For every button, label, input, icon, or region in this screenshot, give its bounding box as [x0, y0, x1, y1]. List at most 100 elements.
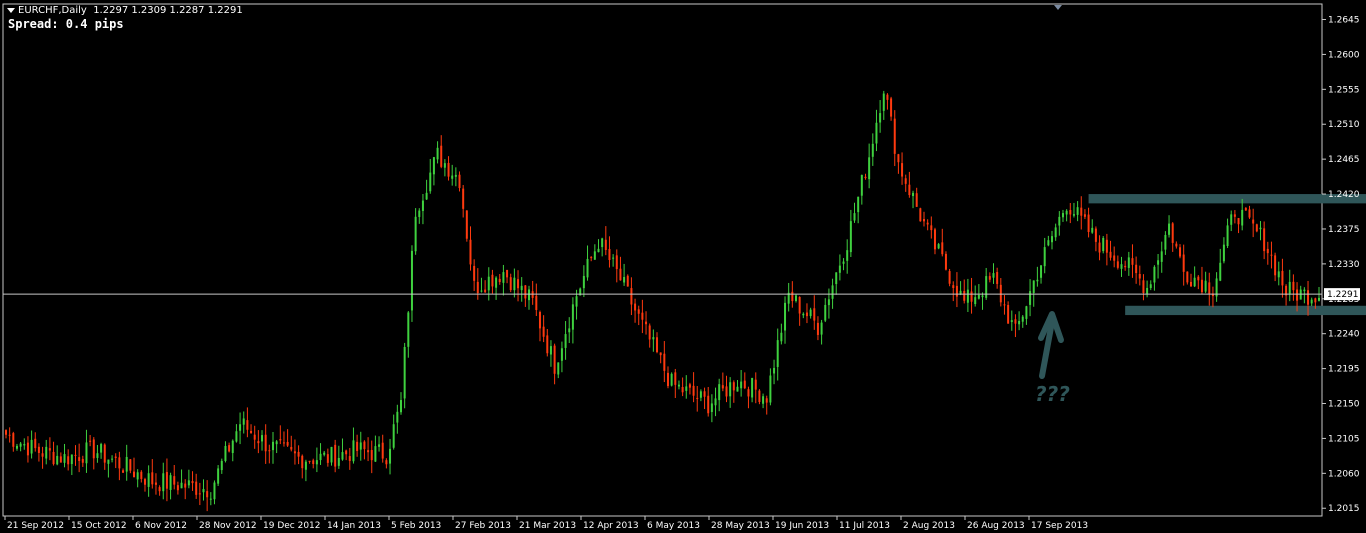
- candle-body: [1018, 320, 1021, 325]
- candle-body: [842, 261, 845, 264]
- collapse-triangle-icon[interactable]: [7, 7, 15, 13]
- candle-body: [312, 460, 315, 465]
- candle-body: [1241, 209, 1244, 226]
- candle-body: [319, 453, 322, 461]
- candle-body: [612, 257, 615, 259]
- candle-body: [429, 172, 432, 192]
- candle-body: [1094, 228, 1097, 242]
- candle-body: [1080, 207, 1083, 216]
- candle-body: [257, 441, 260, 444]
- candle-body: [827, 299, 830, 306]
- candle-body: [198, 493, 201, 495]
- candle-body: [1131, 258, 1134, 265]
- candle-body: [1230, 214, 1233, 225]
- candle-body: [140, 471, 143, 479]
- candle-body: [1076, 207, 1079, 215]
- candle-body: [37, 446, 40, 453]
- candle-body: [381, 442, 384, 459]
- candle-body: [1146, 287, 1149, 294]
- candle-body: [122, 470, 125, 473]
- chart-window[interactable]: 1.2645 1.2600 1.2555 1.2510 1.2465 1.2420 1.23…: [0, 0, 1366, 533]
- candle-body: [169, 475, 172, 490]
- candle-body: [246, 420, 249, 430]
- candle-body: [794, 295, 797, 302]
- x-tick-label: 11 Jul 2013: [839, 521, 890, 531]
- candle-body: [955, 285, 958, 297]
- candle-body: [549, 346, 552, 355]
- candle-body: [908, 184, 911, 196]
- candle-body: [773, 367, 776, 374]
- candle-body: [220, 460, 223, 471]
- candle-body: [271, 441, 274, 451]
- candle-body: [1204, 280, 1207, 292]
- candle-body: [202, 488, 205, 493]
- symbol-label: EURCHF,Daily: [18, 5, 87, 16]
- candle-body: [421, 200, 424, 211]
- candle-body: [1072, 214, 1075, 216]
- candle-body: [944, 253, 947, 270]
- candle-body: [820, 322, 823, 335]
- x-tick-label: 21 Mar 2013: [519, 521, 576, 531]
- candle-body: [70, 454, 73, 465]
- candle-body: [1003, 304, 1006, 306]
- candle-body: [553, 345, 556, 374]
- price-chart[interactable]: 1.2645 1.2600 1.2555 1.2510 1.2465 1.2420 1.23…: [0, 0, 1366, 533]
- candle-body: [92, 439, 95, 459]
- candle-body: [5, 430, 7, 435]
- candle-body: [184, 483, 187, 488]
- candle-body: [1036, 279, 1039, 282]
- candle-body: [352, 440, 355, 462]
- x-tick-label: 14 Jan 2013: [327, 521, 381, 531]
- candle-body: [560, 348, 563, 361]
- candle-body: [557, 362, 560, 375]
- candle-body: [367, 450, 370, 453]
- candle-body: [604, 239, 607, 251]
- candle-body: [1120, 264, 1123, 269]
- candle-body: [403, 347, 406, 399]
- candle-body: [988, 276, 991, 280]
- candle-body: [480, 290, 483, 292]
- candle-body: [524, 285, 527, 299]
- candle-body: [410, 250, 413, 311]
- candle-body: [542, 326, 545, 337]
- candle-body: [1310, 299, 1313, 304]
- candle-body: [158, 487, 161, 492]
- candles-layer: [5, 90, 1320, 512]
- candle-body: [546, 335, 549, 354]
- candle-body: [1135, 264, 1138, 274]
- candle-body: [290, 446, 293, 450]
- candle-body: [1318, 297, 1320, 301]
- candle-body: [48, 448, 51, 451]
- candle-body: [597, 248, 600, 253]
- candle-body: [743, 380, 746, 389]
- candle-body: [239, 424, 242, 431]
- candle-body: [798, 296, 801, 314]
- candle-body: [1248, 209, 1251, 218]
- candle-body: [637, 309, 640, 314]
- candle-body: [912, 192, 915, 197]
- candle-body: [871, 143, 874, 157]
- support-zone: [1125, 305, 1366, 316]
- candle-body: [656, 337, 659, 353]
- candle-body: [173, 476, 176, 485]
- candle-body: [348, 456, 351, 461]
- candle-body: [224, 445, 227, 461]
- candle-body: [732, 382, 735, 391]
- candle-body: [133, 471, 136, 478]
- candle-body: [1208, 282, 1211, 294]
- candle-body: [440, 145, 443, 167]
- candle-body: [443, 163, 446, 168]
- candle-body: [1259, 227, 1262, 230]
- candle-body: [1069, 210, 1072, 215]
- candle-body: [941, 242, 944, 255]
- candle-body: [948, 271, 951, 284]
- candle-body: [853, 213, 856, 221]
- y-tick-label: 1.2060: [1328, 469, 1360, 479]
- candle-body: [370, 450, 373, 461]
- candle-body: [286, 441, 289, 446]
- candle-body: [1153, 266, 1156, 283]
- candle-body: [754, 379, 757, 390]
- candle-body: [937, 244, 940, 249]
- candle-body: [1010, 320, 1013, 323]
- candle-body: [1263, 228, 1266, 252]
